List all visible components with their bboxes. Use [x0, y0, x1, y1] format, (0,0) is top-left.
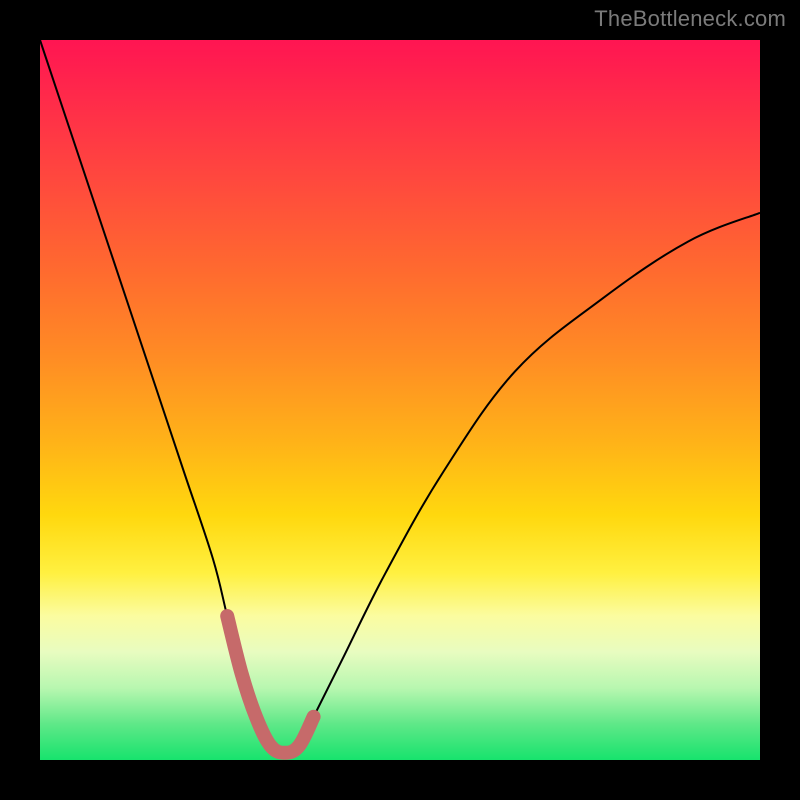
watermark-text: TheBottleneck.com — [594, 6, 786, 32]
plot-area — [40, 40, 760, 760]
chart-container: TheBottleneck.com — [0, 0, 800, 800]
optimal-region-highlight — [227, 616, 313, 753]
curve-svg — [40, 40, 760, 760]
bottleneck-curve — [40, 40, 760, 753]
